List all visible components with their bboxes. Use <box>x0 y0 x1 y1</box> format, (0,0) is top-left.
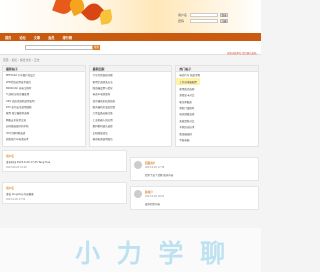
column-replies: 最新回复 汽车灯具维修问题 家用空调清洗方法 路由器设置与优化 电动车电池保养 … <box>88 65 173 147</box>
password-label: 密码 <box>178 19 185 23</box>
nav-item-home[interactable]: 首页 <box>5 35 11 40</box>
search-input[interactable] <box>25 45 93 50</box>
post-time: 2023-6-26 18:01 <box>145 195 165 198</box>
username-input[interactable] <box>190 13 218 17</box>
search-button[interactable]: 搜索 <box>93 45 100 50</box>
avatar <box>134 161 142 169</box>
post-text: 回复了这个话题 更多内容 <box>145 174 174 177</box>
post-card[interactable]: 回复用户 2023-6-26 17:38 回复了这个话题 更多内容 <box>130 157 259 181</box>
login-button[interactable]: 登录 <box>220 13 228 17</box>
post-card[interactable]: 用户名 发布时间 2023-6-26 17:25 Tang Hua 2023-0… <box>2 150 127 172</box>
breadcrumb: 首页 › 论坛 › 综合讨论 › 正文 <box>3 58 40 62</box>
list-item-highlighted[interactable]: 工作站电脑配置 <box>176 78 200 85</box>
post-author[interactable]: 用户名 <box>6 186 14 190</box>
post-text: 发布时间 2023-6-26 17:25 Tang Hua <box>6 161 51 164</box>
list-item[interactable]: 移动电源使用规范 <box>90 136 172 142</box>
username-label: 用户名 <box>178 13 188 17</box>
column-area: 最新帖子 PPT2016 汽车图片的设计 LED灯珠应用技术规范 8000mAh… <box>0 65 261 147</box>
list-item[interactable]: 新能源汽车电池技术 <box>3 136 85 142</box>
site-header: 用户名 登录 密码 注册 <box>0 0 261 33</box>
post-text: 发帖 tongxing 内容摘要 <box>6 193 34 196</box>
post-card[interactable]: 用户名 发帖 tongxing 内容摘要 2023-6-26 17:50 <box>2 182 127 204</box>
post-author[interactable]: 回复用户 <box>145 161 155 165</box>
column-hot: 热门帖子 电动汽车 续航里程 工作站电脑配置 家用监控选购 游戏显卡对比 笔记本… <box>175 65 260 147</box>
post-text: 更多回复内容 <box>145 203 161 206</box>
brand-watermark: 小 力 学 聊 <box>75 239 230 268</box>
register-button[interactable]: 注册 <box>220 19 228 23</box>
leaf-decoration <box>98 9 114 25</box>
post-author[interactable]: 新用户 <box>145 190 153 194</box>
post-time: 2023-6-26 17:50 <box>6 198 26 201</box>
main-nav: 首页 论坛 文章 会员 排行榜 <box>0 33 261 41</box>
tagline: 欢迎光临本站 请注册后发帖 · <box>227 51 258 55</box>
column-latest: 最新帖子 PPT2016 汽车图片的设计 LED灯珠应用技术规范 8000mAh… <box>2 65 86 147</box>
nav-item-members[interactable]: 会员 <box>48 35 54 40</box>
login-panel: 用户名 登录 密码 注册 <box>178 13 243 25</box>
post-time: 2023-06-05 12:00 <box>6 166 27 169</box>
list-item[interactable]: 平板电脑 <box>176 137 258 143</box>
post-card[interactable]: 新用户 2023-6-26 18:01 更多回复内容 <box>130 186 259 210</box>
post-time: 2023-6-26 17:38 <box>145 166 165 169</box>
toolbar: 搜索 欢迎光临本站 请注册后发帖 · <box>0 41 261 55</box>
nav-item-articles[interactable]: 文章 <box>34 35 40 40</box>
nav-item-ranking[interactable]: 排行榜 <box>63 35 73 40</box>
avatar <box>134 190 142 198</box>
nav-item-forum[interactable]: 论坛 <box>19 35 25 40</box>
post-author[interactable]: 用户名 <box>6 154 14 158</box>
password-input[interactable] <box>190 19 218 23</box>
